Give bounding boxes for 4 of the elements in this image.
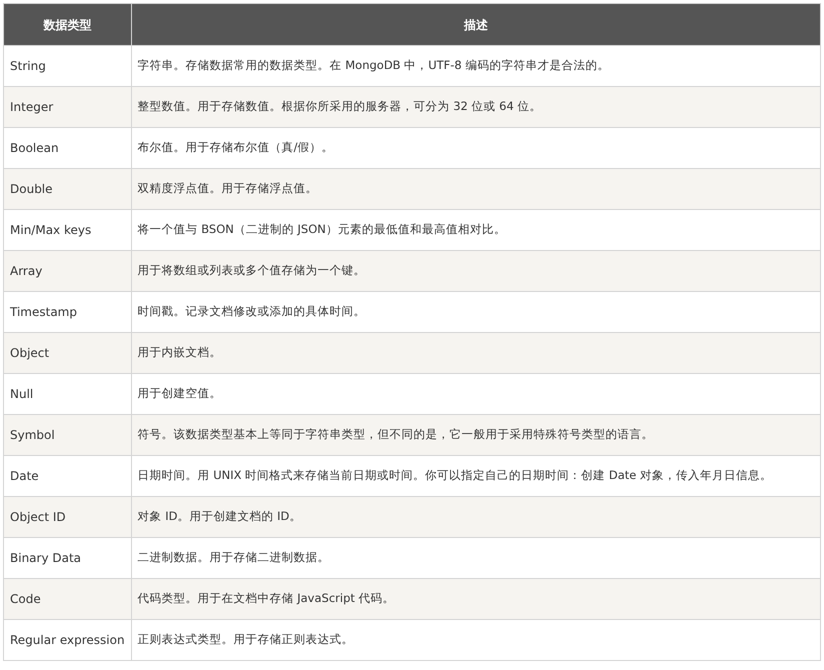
table-cell: 正则表达式类型。用于存储正则表达式。	[131, 620, 820, 660]
column-header: 数据类型	[4, 4, 132, 46]
table-cell: Regular expression	[4, 620, 132, 660]
column-header: 描述	[131, 4, 820, 46]
